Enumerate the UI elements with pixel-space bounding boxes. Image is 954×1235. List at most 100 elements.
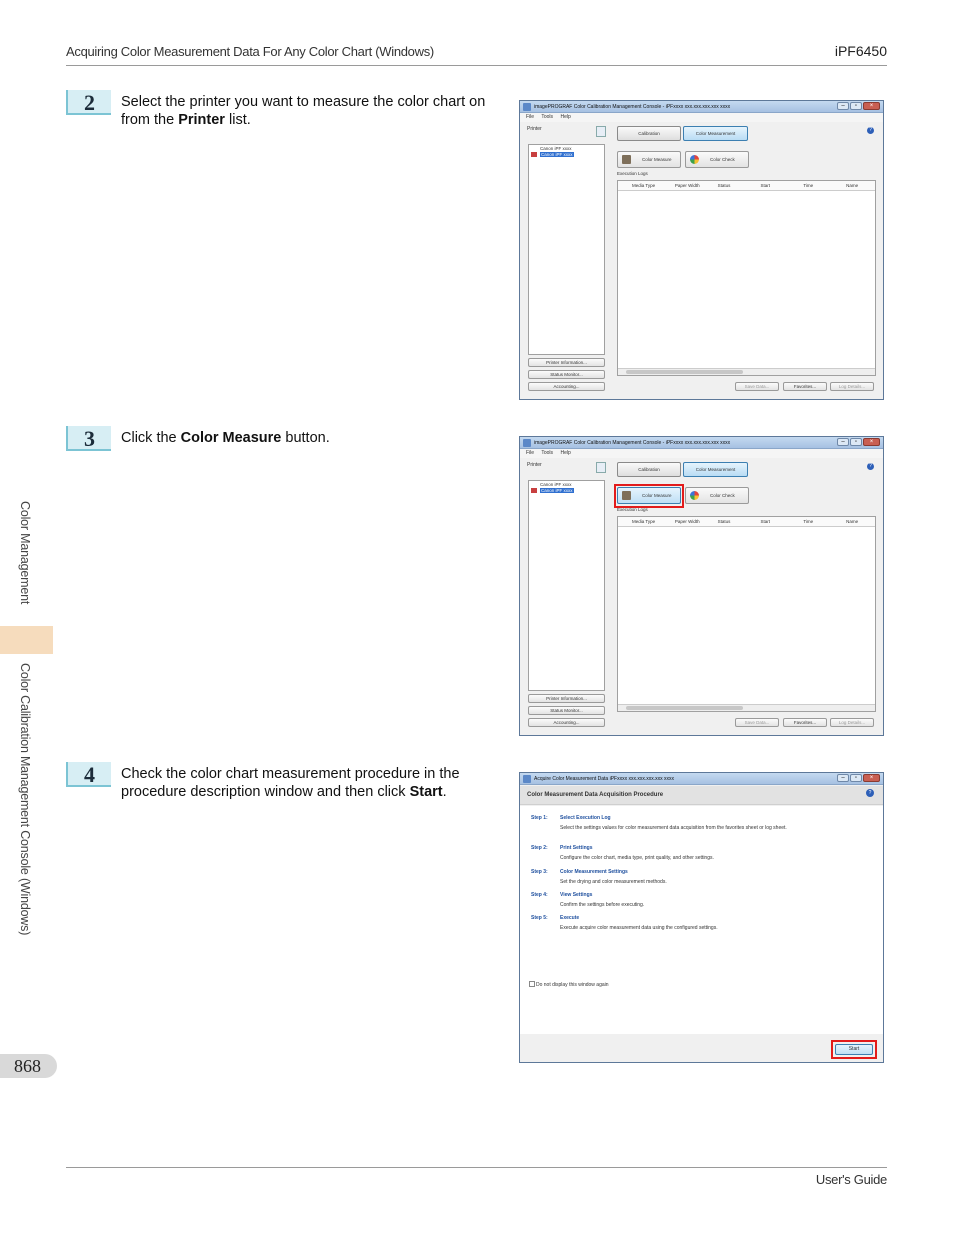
checkbox-box[interactable] [529,981,535,987]
help-icon[interactable]: ? [867,127,874,134]
printer-label: Printer [527,126,542,132]
minimize-icon[interactable]: – [837,102,849,110]
highlight-box [831,1040,877,1059]
color-check-icon [690,155,699,164]
header-rule [66,65,887,66]
menu-help[interactable]: Help [560,114,570,120]
status-monitor-button[interactable]: Status Monitor... [528,706,605,715]
save-data-button[interactable]: Save Data... [735,718,779,727]
console-window-screenshot: imagePROGRAF Color Calibration Managemen… [519,100,884,400]
color-check-icon [690,491,699,500]
procedure-body: Step 1: Select Execution Log Select the se… [520,806,883,1034]
log-table-header: Media Type Paper Width Status Start Time… [618,181,875,191]
printer-information-button[interactable]: Printer Information... [528,358,605,367]
refresh-icon[interactable] [596,126,606,137]
step-instruction: Check the color chart measurement proced… [121,766,460,800]
execution-logs-label: Execution Logs [617,171,648,176]
execution-log-table[interactable]: Media Type Paper Width Status Start Time… [617,180,876,376]
printer-item-selected[interactable]: Canon iPF xxxx [529,487,604,493]
tab-color-measurement[interactable]: Color Measurement [683,462,748,477]
log-table-header: Media Type Paper Width Status Start Time… [618,517,875,527]
status-monitor-button[interactable]: Status Monitor... [528,370,605,379]
highlight-box [614,484,684,508]
tab-calibration[interactable]: Calibration [617,126,681,141]
close-icon[interactable]: × [863,438,880,446]
step-instruction: Click the Color Measure button. [121,430,330,446]
horizontal-scrollbar[interactable] [618,704,875,711]
console-title-bar: imagePROGRAF Color Calibration Managemen… [520,101,883,113]
procedure-step: Step 5: Execute Execute acquire color meas… [531,915,718,931]
menu-file[interactable]: File [526,450,534,456]
favorites-button[interactable]: Favorites... [783,718,827,727]
procedure-title-bar: Acquire Color Measurement Data iPFxxxx x… [520,773,883,785]
console-window-screenshot: imagePROGRAF Color Calibration Managemen… [519,436,884,736]
side-tab-chapter[interactable]: Color Calibration Management Console (Wi… [18,663,32,935]
close-icon[interactable]: × [863,774,880,782]
column-media-type[interactable]: Media Type [618,517,661,526]
minimize-icon[interactable]: – [837,438,849,446]
procedure-dialog-screenshot: Acquire Color Measurement Data iPFxxxx x… [519,772,884,1063]
maximize-icon[interactable]: ▫ [850,774,862,782]
column-paper-width[interactable]: Paper Width [661,517,704,526]
printer-list[interactable]: Canon iPF xxxx Canon iPF xxxx [528,480,605,691]
procedure-step: Step 4: View Settings Confirm the settings… [531,892,645,908]
log-details-button[interactable]: Log Details... [830,382,874,391]
menu-bar: File Tools Help [520,449,883,458]
printer-pane: Printer Canon iPF xxxx Canon iPF xxxx Pr… [527,462,607,730]
help-icon[interactable]: ? [867,463,874,470]
refresh-icon[interactable] [596,462,606,473]
column-time[interactable]: Time [789,181,832,190]
column-status[interactable]: Status [704,517,747,526]
column-name[interactable]: Name [832,181,875,190]
minimize-icon[interactable]: – [837,774,849,782]
step-instruction: Select the printer you want to measure t… [121,94,486,128]
menu-tools[interactable]: Tools [541,450,553,456]
help-icon[interactable]: ? [866,789,874,797]
printer-information-button[interactable]: Printer Information... [528,694,605,703]
side-tab-section[interactable]: Color Management [18,501,32,604]
column-start[interactable]: Start [746,181,789,190]
step-number-badge: 3 [66,426,111,451]
horizontal-scrollbar[interactable] [618,368,875,375]
menu-tools[interactable]: Tools [541,114,553,120]
column-name[interactable]: Name [832,517,875,526]
accounting-button[interactable]: Accounting... [528,382,605,391]
console-title-bar: imagePROGRAF Color Calibration Managemen… [520,437,883,449]
footer-guide-name: User's Guide [815,1172,887,1187]
model-name: iPF6450 [834,43,887,59]
footer-rule [66,1167,887,1168]
favorites-button[interactable]: Favorites... [783,382,827,391]
maximize-icon[interactable]: ▫ [850,102,862,110]
execution-log-table[interactable]: Media Type Paper Width Status Start Time… [617,516,876,712]
close-icon[interactable]: × [863,102,880,110]
save-data-button[interactable]: Save Data... [735,382,779,391]
column-start[interactable]: Start [746,517,789,526]
do-not-display-checkbox[interactable]: Do not display this window again [529,981,609,988]
color-measure-button[interactable]: Color Measure [617,151,681,168]
tab-calibration[interactable]: Calibration [617,462,681,477]
app-icon [523,103,531,111]
column-status[interactable]: Status [704,181,747,190]
page-number: 868 [0,1054,57,1078]
column-time[interactable]: Time [789,517,832,526]
procedure-step: Step 2: Print Settings Configure the color… [531,845,714,861]
column-paper-width[interactable]: Paper Width [661,181,704,190]
menu-bar: File Tools Help [520,113,883,122]
color-check-button[interactable]: Color Check [685,151,749,168]
printer-item-selected[interactable]: Canon iPF xxxx [529,151,604,157]
maximize-icon[interactable]: ▫ [850,438,862,446]
menu-help[interactable]: Help [560,450,570,456]
printer-label: Printer [527,462,542,468]
procedure-step: Step 1: Select Execution Log Select the se… [531,815,787,831]
color-check-button[interactable]: Color Check [685,487,749,504]
tab-color-measurement[interactable]: Color Measurement [683,126,748,141]
step-number-badge: 4 [66,762,111,787]
side-tab-marker [0,626,53,654]
menu-file[interactable]: File [526,114,534,120]
accounting-button[interactable]: Accounting... [528,718,605,727]
step-number-badge: 2 [66,90,111,115]
printer-list[interactable]: Canon iPF xxxx Canon iPF xxxx [528,144,605,355]
log-details-button[interactable]: Log Details... [830,718,874,727]
column-media-type[interactable]: Media Type [618,181,661,190]
app-icon [523,775,531,783]
